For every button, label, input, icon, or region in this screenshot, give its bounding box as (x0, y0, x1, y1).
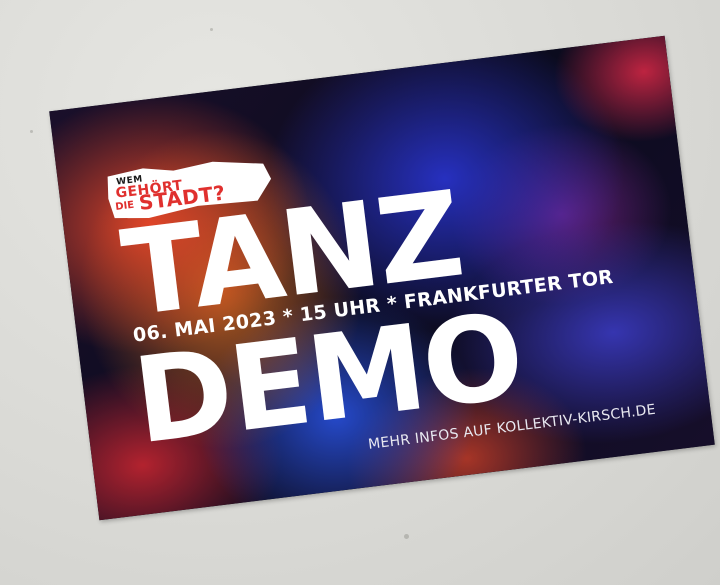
wall-speck (30, 130, 33, 133)
demo-sticker: WEM GEHÖRT DIE STADT? TANZ 06. MAI 2023 … (49, 35, 715, 521)
wall-speck (404, 534, 409, 539)
wall-speck (210, 28, 213, 31)
